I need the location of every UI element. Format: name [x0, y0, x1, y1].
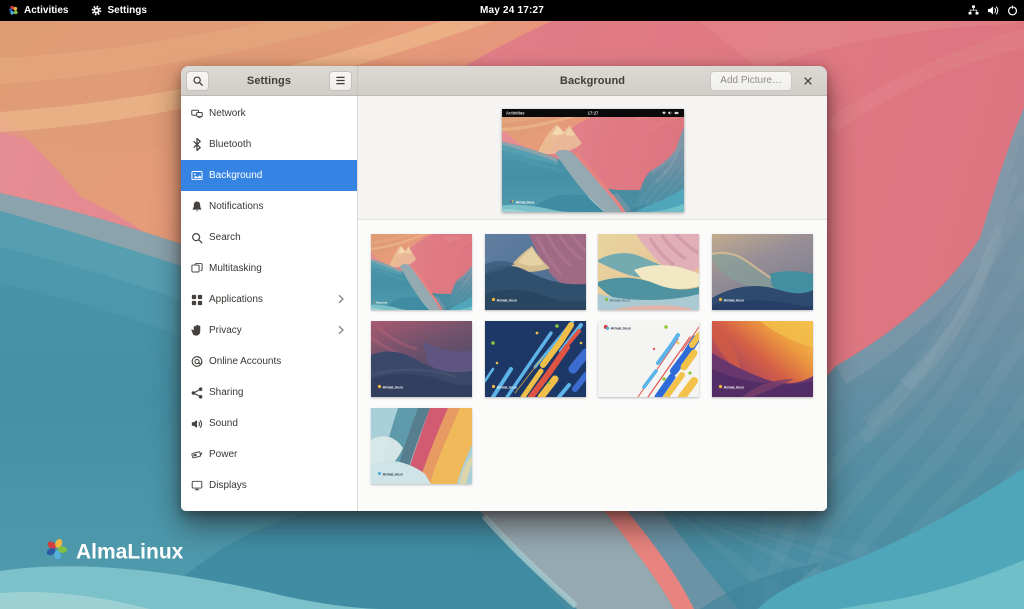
- svg-text:AlmaLinux: AlmaLinux: [383, 385, 404, 390]
- svg-text:AlmaLinux: AlmaLinux: [723, 385, 744, 390]
- svg-text:17:27: 17:27: [587, 111, 598, 116]
- svg-text:AlmaLinux: AlmaLinux: [496, 298, 517, 303]
- svg-text:AlmaLinux: AlmaLinux: [723, 298, 744, 303]
- svg-text:Activities: Activities: [506, 111, 525, 116]
- svg-text:AlmaLinux: AlmaLinux: [610, 298, 631, 303]
- svg-text:AlmaLinux: AlmaLinux: [496, 385, 517, 390]
- svg-text:AlmaLinux: AlmaLinux: [611, 325, 632, 330]
- svg-text:AlmaLinux: AlmaLinux: [383, 472, 404, 477]
